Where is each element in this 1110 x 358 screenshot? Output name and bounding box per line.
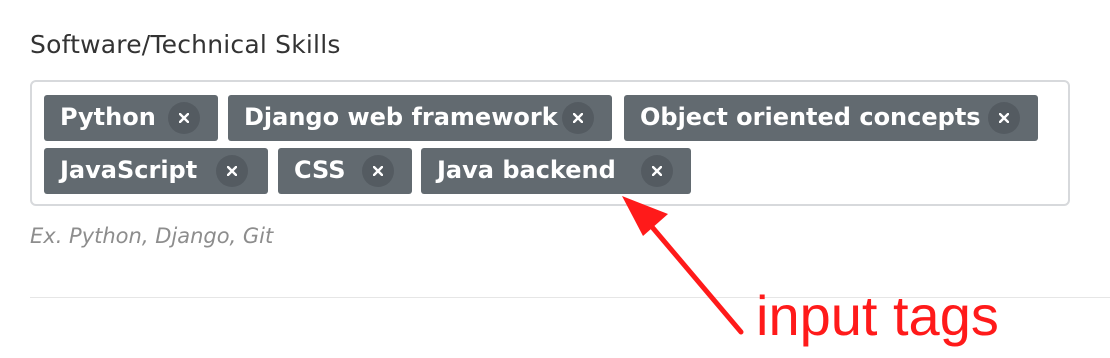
callout-label: input tags: [756, 284, 999, 347]
